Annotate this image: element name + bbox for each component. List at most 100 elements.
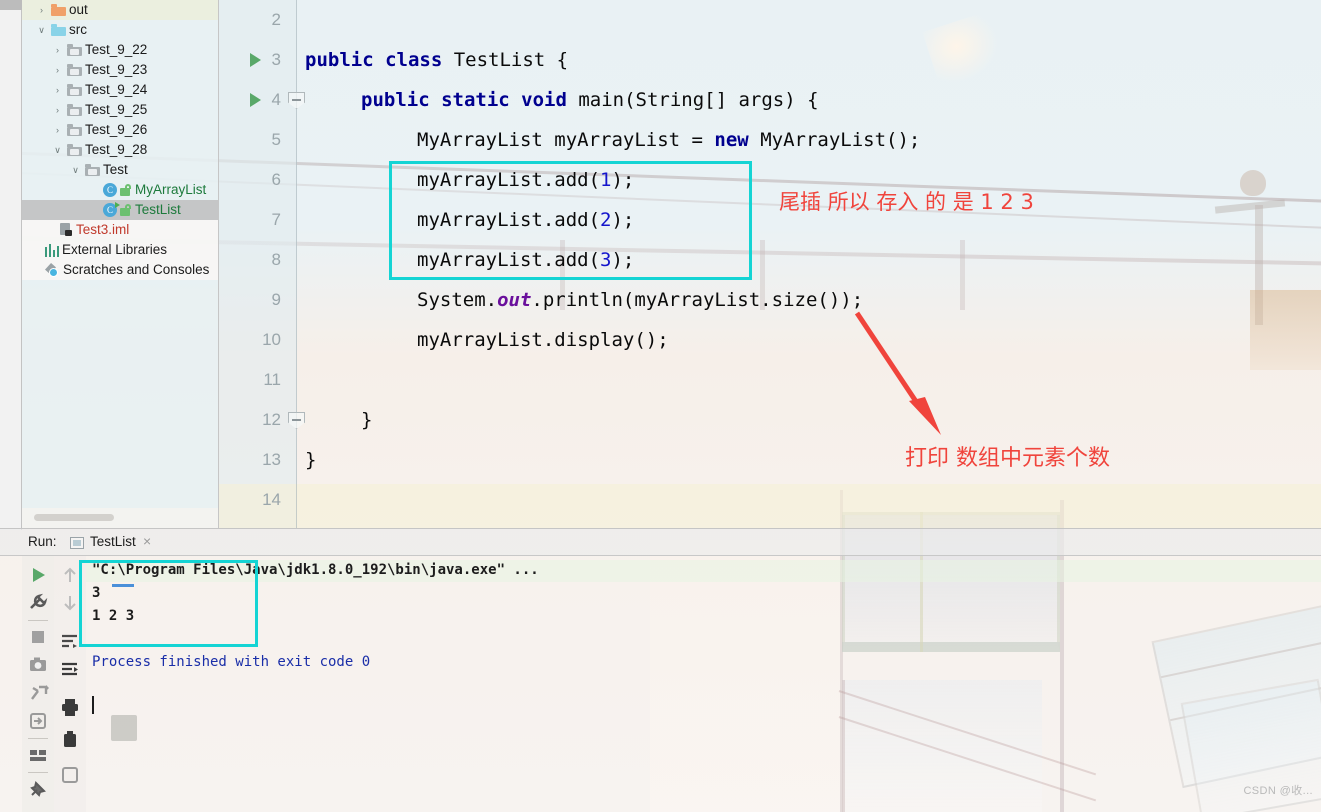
code-line-14[interactable]: 14 [219,480,1321,520]
scroll-down-icon[interactable] [59,592,81,614]
run-configuration-icon [70,537,84,549]
code-line-4[interactable]: 4 public static void main(String[] args) … [219,80,1321,120]
code-line-5[interactable]: 5 MyArrayList myArrayList = new MyArrayLi… [219,120,1321,160]
code-text: } [305,449,317,471]
tree-item-label: Scratches and Consoles [63,262,210,278]
pin-icon[interactable] [27,778,49,800]
project-tree[interactable]: › out ∨ src › Test_9_22 › Test_9_23 › Test_9_24 › T… [22,0,218,528]
tree-item-test-9-26[interactable]: › Test_9_26 [22,120,218,140]
fold-marker-icon[interactable] [288,92,305,109]
line-number: 6 [271,170,281,189]
code-text: public class TestList { [305,49,569,71]
tree-item-test-9-22[interactable]: › Test_9_22 [22,40,218,60]
disclosure-arrow-icon[interactable]: › [35,5,48,15]
watermark: CSDN @收... [1243,785,1313,797]
tree-editor-divider[interactable] [218,0,219,528]
rerun-failed-tests-icon[interactable] [27,682,49,704]
tree-item-label: out [69,2,88,18]
stop-icon[interactable] [27,626,49,648]
disclosure-arrow-icon[interactable]: ∨ [69,165,82,175]
code-line-12[interactable]: 12} [219,400,1321,440]
code-line-11[interactable]: 11 [219,360,1321,400]
disclosure-arrow-icon[interactable]: › [51,65,64,75]
run-panel-header: Run: TestList × [0,528,1321,556]
trash-icon[interactable] [59,728,81,750]
disclosure-arrow-icon[interactable]: ∨ [51,145,64,155]
code-text: System.out.println(myArrayList.size()); [417,289,864,311]
folder-package-icon [85,164,100,176]
disclosure-arrow-icon[interactable]: › [51,125,64,135]
line-number: 13 [262,450,281,469]
disclosure-arrow-icon[interactable]: › [51,105,64,115]
code-line-7[interactable]: 7 myArrayList.add(2); [219,200,1321,240]
code-text: public static void main(String[] args) { [361,89,819,111]
close-icon[interactable]: × [143,533,151,549]
tree-item-testlist[interactable]: ›CTestList [22,200,218,220]
tree-item-src[interactable]: ∨ src [22,20,218,40]
tree-item-scratches-and-consoles[interactable]: ›Scratches and Consoles [22,260,218,280]
open-in-editor-icon[interactable] [59,764,81,786]
line-number: 7 [271,210,281,229]
annotation-tail-insert: 尾插 所以 存入 的 是 1 2 3 [779,190,1034,214]
soft-wrap-icon[interactable] [59,630,81,652]
folder-package-icon [67,44,82,56]
tree-item-myarraylist[interactable]: ›CMyArrayList [22,180,218,200]
code-line-2[interactable]: 2 [219,0,1321,40]
window-frame-strip [0,0,22,530]
fold-marker-icon[interactable] [288,412,305,429]
folder-package-icon [67,64,82,76]
code-editor[interactable]: 2 3 public class TestList {4 public static … [219,0,1321,528]
code-line-3[interactable]: 3 public class TestList { [219,40,1321,80]
scroll-to-end-icon[interactable] [59,658,81,680]
run-tab-testlist[interactable]: TestList [90,534,136,549]
tree-item-label: Test_9_26 [85,122,148,138]
editor-vscrollbar[interactable] [1309,0,1321,528]
disclosure-arrow-icon[interactable]: ∨ [35,25,48,35]
editor-console-splitter[interactable] [0,528,1321,529]
scrollbar-thumb[interactable] [34,514,114,521]
annotation-arrow [854,311,941,435]
tree-item-label: Test_9_24 [85,82,148,98]
code-line-8[interactable]: 8 myArrayList.add(3); [219,240,1321,280]
folder-cyan-icon [51,24,66,36]
run-icon[interactable] [27,564,49,586]
tree-item-external-libraries[interactable]: ›External Libraries [22,240,218,260]
tree-item-test-9-24[interactable]: › Test_9_24 [22,80,218,100]
code-line-9[interactable]: 9 System.out.println(myArrayList.size()); [219,280,1321,320]
tree-item-label: Test3.iml [76,222,130,238]
tree-item-label: Test_9_28 [85,142,148,158]
wrench-icon[interactable] [27,592,49,614]
layout-icon[interactable] [27,744,49,766]
tree-item-label: Test_9_25 [85,102,148,118]
code-line-10[interactable]: 10 myArrayList.display(); [219,320,1321,360]
run-gutter-icon[interactable] [250,53,261,67]
tree-item-label: External Libraries [62,242,168,258]
project-tree-hscrollbar[interactable] [22,508,218,528]
tree-item-test-9-28[interactable]: ∨ Test_9_28 [22,140,218,160]
scroll-up-icon[interactable] [59,564,81,586]
tree-item-test-9-23[interactable]: › Test_9_23 [22,60,218,80]
export-icon[interactable] [27,710,49,732]
code-text: myArrayList.display(); [417,329,669,351]
code-text-area[interactable]: 2 3 public class TestList {4 public static … [219,0,1321,528]
print-icon[interactable] [59,696,81,718]
code-line-6[interactable]: 6 myArrayList.add(1); [219,160,1321,200]
code-line-13[interactable]: 13} [219,440,1321,480]
tree-item-out[interactable]: › out [22,0,218,20]
disclosure-arrow-icon[interactable]: › [51,85,64,95]
run-toolbar-primary[interactable] [22,556,54,812]
run-gutter-icon[interactable] [250,93,261,107]
tree-item-test[interactable]: ∨ Test [22,160,218,180]
code-text: MyArrayList myArrayList = new MyArrayLis… [417,129,921,151]
folder-package-icon [67,124,82,136]
iml-file-icon [59,223,73,237]
line-number: 11 [263,370,281,389]
code-text: } [361,409,373,431]
tree-item-test3-iml[interactable]: ›Test3.iml [22,220,218,240]
tree-item-test-9-25[interactable]: › Test_9_25 [22,100,218,120]
line-number: 10 [262,330,281,349]
console-output[interactable]: "C:\Program Files\Java\jdk1.8.0_192\bin\… [86,556,1321,812]
disclosure-arrow-icon[interactable]: › [51,45,64,55]
java-class-icon: C [103,183,117,197]
camera-icon[interactable] [27,654,49,676]
